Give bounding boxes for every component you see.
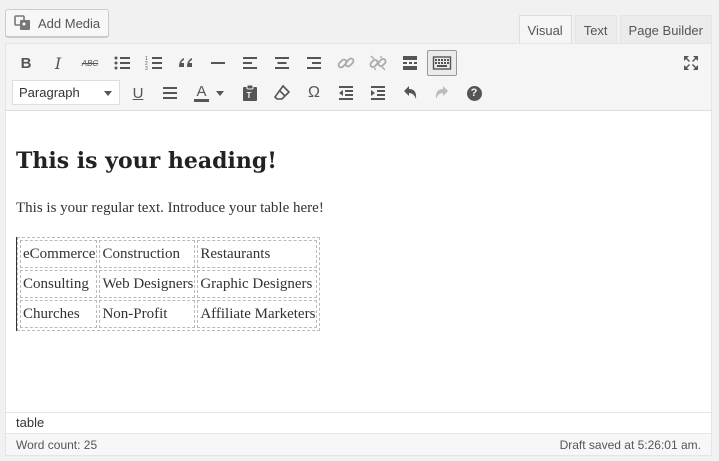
justify-button[interactable] [156,80,184,106]
paste-as-text-icon: T [243,84,257,101]
chevron-down-icon [104,91,112,96]
table-cell[interactable]: Affiliate Marketers [197,300,318,328]
svg-text:T: T [247,91,252,100]
table-row: eCommerce Construction Restaurants [20,240,318,268]
underline-icon: U [132,84,144,102]
svg-text:3: 3 [145,66,148,72]
increase-indent-button[interactable] [364,80,392,106]
table-cell[interactable]: Web Designers [99,270,196,298]
toolbar-row-1: B I ABC 123 [6,48,711,78]
toolbar-toggle-icon [432,56,452,70]
add-media-button[interactable]: Add Media [5,9,109,37]
editor: B I ABC 123 Paragraph U A T Ω ? This is … [5,43,712,456]
paste-as-text-button[interactable]: T [236,80,264,106]
read-more-icon [403,56,417,70]
align-right-button[interactable] [300,50,328,76]
table-cell[interactable]: Construction [99,240,196,268]
table-cell[interactable]: Restaurants [197,240,318,268]
strikethrough-icon: ABC [81,58,99,68]
content-heading: This is your heading! [16,148,277,174]
table-cell[interactable]: Non-Profit [99,300,196,328]
table-cell[interactable]: eCommerce [20,240,98,268]
table-cell[interactable]: Graphic Designers [197,270,318,298]
redo-icon [435,86,448,99]
table-row: Consulting Web Designers Graphic Designe… [20,270,318,298]
read-more-button[interactable] [396,50,424,76]
insert-link-icon [337,57,355,69]
status-bar: Word count: 25 Draft saved at 5:26:01 am… [6,433,711,455]
fullscreen-button[interactable] [677,50,705,76]
horizontal-line-icon [211,62,225,64]
content-table[interactable]: eCommerce Construction Restaurants Consu… [16,237,321,331]
special-character-icon: Ω [308,84,320,101]
bold-icon: B [20,54,32,72]
editor-tabs: Visual Text Page Builder [518,15,712,45]
align-left-icon [243,57,257,69]
align-right-icon [307,57,321,69]
table-row: Churches Non-Profit Affiliate Marketers [20,300,318,328]
special-character-button[interactable]: Ω [300,80,328,106]
clear-formatting-button[interactable] [268,80,296,106]
horizontal-line-button[interactable] [204,50,232,76]
word-count: Word count: 25 [16,437,98,452]
text-color-glyph: A [194,83,209,102]
draft-saved-status: Draft saved at 5:26:01 am. [559,437,701,452]
tab-visual[interactable]: Visual [518,15,572,45]
bullet-list-button[interactable] [108,50,136,76]
format-select-value: Paragraph [19,85,80,100]
remove-link-button[interactable] [364,50,392,76]
element-path-item[interactable]: table [16,415,44,430]
italic-button[interactable]: I [44,50,72,76]
bold-button[interactable]: B [12,50,40,76]
help-button[interactable]: ? [460,80,488,106]
help-icon: ? [466,85,482,101]
table-cell[interactable]: Churches [20,300,98,328]
insert-link-button[interactable] [332,50,360,76]
add-media-label: Add Media [38,15,101,31]
element-path: table [6,412,711,433]
bullet-list-icon [114,56,130,70]
format-select[interactable]: Paragraph [12,80,120,105]
undo-button[interactable] [396,80,424,106]
align-left-button[interactable] [236,50,264,76]
justify-icon [163,87,177,99]
text-color-icon: A [194,83,224,102]
italic-icon: I [54,53,62,73]
editor-content[interactable]: This is your heading! This is your regul… [6,112,711,412]
align-center-button[interactable] [268,50,296,76]
blockquote-button[interactable] [172,50,200,76]
increase-indent-icon [371,86,385,100]
redo-button[interactable] [428,80,456,106]
underline-button[interactable]: U [124,80,152,106]
decrease-indent-icon [339,86,353,100]
clear-formatting-icon [273,84,291,100]
blockquote-icon [179,58,192,67]
remove-link-icon [369,55,387,71]
numbered-list-button[interactable]: 123 [140,50,168,76]
align-center-icon [275,57,289,69]
undo-icon [404,86,417,99]
toolbar-row-2: Paragraph U A T Ω ? [6,78,711,108]
media-icon [14,14,32,32]
strikethrough-button[interactable]: ABC [76,50,104,76]
chevron-down-icon [215,90,224,96]
tab-page-builder[interactable]: Page Builder [619,15,712,44]
tab-text[interactable]: Text [574,15,617,44]
table-cell[interactable]: Consulting [20,270,98,298]
fullscreen-icon [684,56,698,70]
numbered-list-icon: 123 [145,56,162,72]
content-paragraph: This is your regular text. Introduce you… [16,200,324,216]
decrease-indent-button[interactable] [332,80,360,106]
text-color-button[interactable]: A [189,80,229,106]
editor-toolbar: B I ABC 123 Paragraph U A T Ω ? [6,44,711,111]
toolbar-toggle-button[interactable] [427,50,457,76]
